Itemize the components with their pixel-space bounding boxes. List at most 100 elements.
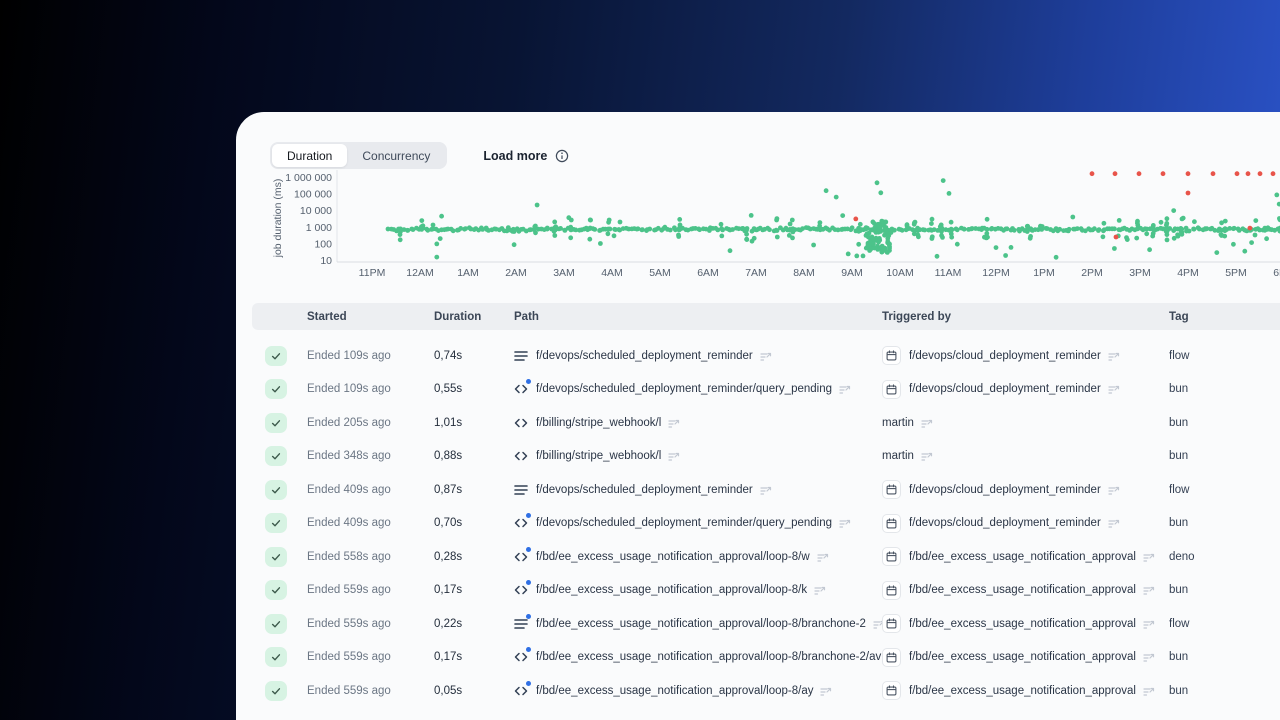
- job-point[interactable]: [1252, 232, 1258, 238]
- filter-by-path-icon[interactable]: [760, 350, 772, 362]
- job-point[interactable]: [1053, 254, 1059, 260]
- job-point[interactable]: [558, 226, 563, 231]
- job-point[interactable]: [1027, 235, 1033, 241]
- filter-by-path-icon[interactable]: [814, 584, 826, 596]
- job-point[interactable]: [744, 227, 749, 233]
- duration-scatter-chart[interactable]: 1 000 000 100 000 10 000 1 000 100 10 11PM 12AM…: [236, 165, 1280, 290]
- job-point[interactable]: [929, 234, 935, 240]
- job-point[interactable]: [1112, 171, 1118, 177]
- filter-by-path-icon[interactable]: [839, 517, 851, 529]
- job-point[interactable]: [534, 202, 540, 208]
- job-point[interactable]: [1231, 241, 1236, 247]
- job-point[interactable]: [774, 216, 780, 221]
- job-point[interactable]: [1158, 219, 1164, 225]
- tab-concurrency[interactable]: Concurrency: [347, 144, 445, 167]
- job-point[interactable]: [1135, 220, 1140, 226]
- job-point[interactable]: [611, 233, 617, 239]
- path-link[interactable]: f/billing/stripe_webhook/l: [536, 417, 661, 429]
- job-point[interactable]: [1112, 226, 1117, 232]
- job-point[interactable]: [1249, 240, 1254, 245]
- job-point[interactable]: [419, 218, 425, 223]
- table-row[interactable]: Ended 109s ago 0,74s f/devops/scheduled_…: [252, 339, 1280, 373]
- job-point[interactable]: [790, 235, 795, 241]
- job-point[interactable]: [929, 221, 934, 226]
- job-point[interactable]: [1192, 219, 1197, 225]
- table-row[interactable]: Ended 558s ago 0,28s f/bd/ee_excess_usag…: [252, 540, 1280, 574]
- job-point[interactable]: [1008, 245, 1014, 250]
- job-point[interactable]: [1096, 227, 1102, 232]
- job-point[interactable]: [1222, 218, 1228, 224]
- job-point[interactable]: [984, 226, 990, 232]
- job-point[interactable]: [1186, 228, 1192, 234]
- job-point[interactable]: [1270, 171, 1276, 177]
- path-link[interactable]: f/bd/ee_excess_usage_notification_approv…: [536, 584, 807, 596]
- job-point[interactable]: [397, 237, 403, 243]
- filter-by-trigger-icon[interactable]: [921, 417, 933, 429]
- job-point[interactable]: [874, 180, 880, 186]
- job-point[interactable]: [854, 253, 860, 259]
- job-point[interactable]: [587, 236, 593, 242]
- job-point[interactable]: [871, 241, 876, 247]
- job-point[interactable]: [789, 217, 795, 223]
- job-point[interactable]: [887, 245, 892, 251]
- job-point[interactable]: [744, 236, 749, 242]
- job-point[interactable]: [748, 213, 754, 218]
- job-point[interactable]: [1264, 236, 1269, 242]
- path-link[interactable]: f/bd/ee_excess_usage_notification_approv…: [536, 685, 813, 697]
- job-point[interactable]: [511, 242, 517, 248]
- job-point[interactable]: [1164, 237, 1170, 243]
- table-row[interactable]: Ended 205s ago 1,01s f/billing/stripe_we…: [252, 406, 1280, 440]
- job-point[interactable]: [1274, 192, 1280, 198]
- job-point[interactable]: [751, 235, 757, 241]
- job-point[interactable]: [1180, 215, 1186, 221]
- job-point[interactable]: [877, 237, 883, 243]
- job-point[interactable]: [1136, 171, 1142, 177]
- job-point[interactable]: [1070, 214, 1076, 220]
- job-point[interactable]: [1066, 226, 1072, 232]
- job-point[interactable]: [892, 227, 897, 233]
- job-point[interactable]: [984, 216, 990, 222]
- chart-canvas[interactable]: 1 000 000 100 000 10 000 1 000 100 10 11PM 12AM…: [236, 165, 1280, 290]
- job-point[interactable]: [1113, 234, 1119, 240]
- job-point[interactable]: [397, 232, 403, 237]
- job-point[interactable]: [1134, 235, 1140, 241]
- job-point[interactable]: [1257, 171, 1263, 177]
- filter-by-trigger-icon[interactable]: [1143, 584, 1155, 596]
- path-link[interactable]: f/bd/ee_excess_usage_notification_approv…: [536, 651, 881, 663]
- job-point[interactable]: [1147, 247, 1152, 253]
- job-point[interactable]: [934, 253, 940, 259]
- job-point[interactable]: [886, 233, 892, 239]
- path-link[interactable]: f/devops/scheduled_deployment_reminder/q…: [536, 383, 832, 395]
- job-point[interactable]: [1234, 171, 1240, 177]
- job-point[interactable]: [849, 225, 855, 231]
- filter-by-trigger-icon[interactable]: [1143, 685, 1155, 697]
- job-point[interactable]: [856, 241, 862, 247]
- job-point[interactable]: [1242, 248, 1248, 254]
- job-point[interactable]: [949, 234, 955, 240]
- job-point[interactable]: [568, 235, 574, 241]
- job-point[interactable]: [767, 227, 772, 233]
- job-point[interactable]: [845, 251, 851, 257]
- load-more-button[interactable]: Load more: [483, 149, 547, 163]
- job-point[interactable]: [1253, 218, 1259, 223]
- job-point[interactable]: [1164, 216, 1170, 222]
- table-row[interactable]: Ended 559s ago 0,22s f/bd/ee_excess_usag…: [252, 607, 1280, 641]
- job-point[interactable]: [719, 233, 725, 239]
- job-point[interactable]: [1112, 246, 1117, 251]
- table-row[interactable]: Ended 559s ago 0,05s f/bd/ee_excess_usag…: [252, 674, 1280, 708]
- job-point[interactable]: [823, 188, 829, 194]
- table-row[interactable]: Ended 109s ago 0,55s f/devops/scheduled_…: [252, 373, 1280, 407]
- job-point[interactable]: [860, 253, 866, 259]
- path-link[interactable]: f/bd/ee_excess_usage_notification_approv…: [536, 618, 866, 630]
- filter-by-path-icon[interactable]: [668, 450, 680, 462]
- table-row[interactable]: Ended 409s ago 0,87s f/devops/scheduled_…: [252, 473, 1280, 507]
- job-point[interactable]: [878, 190, 884, 196]
- job-point[interactable]: [1150, 223, 1156, 228]
- job-point[interactable]: [984, 235, 989, 241]
- filter-by-trigger-icon[interactable]: [1108, 383, 1120, 395]
- job-point[interactable]: [993, 245, 999, 250]
- job-point[interactable]: [1124, 237, 1130, 242]
- job-point[interactable]: [1210, 171, 1216, 177]
- table-row[interactable]: Ended 409s ago 0,70s f/devops/scheduled_…: [252, 507, 1280, 541]
- job-point[interactable]: [450, 228, 456, 234]
